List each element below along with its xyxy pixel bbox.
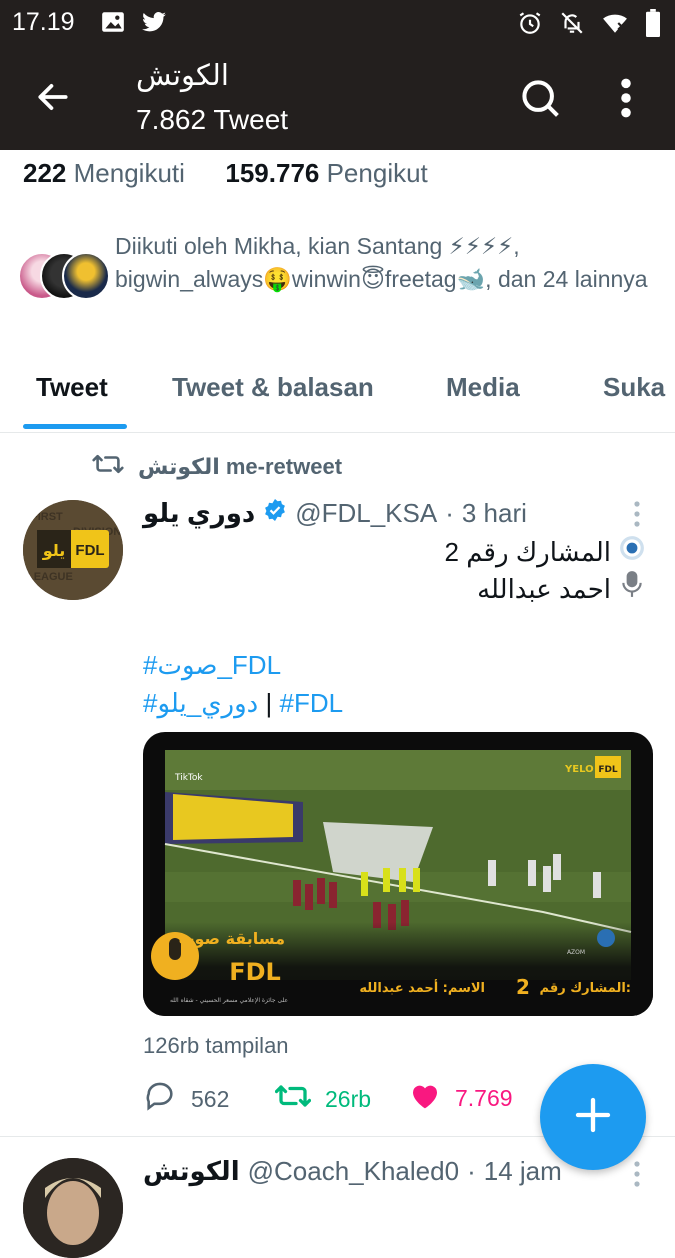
hashtag-separator: | (265, 688, 273, 718)
participant-label: المشارك رقم: (540, 981, 631, 996)
tweet-more-icon[interactable] (632, 1160, 642, 1195)
retweet-count: 26rb (325, 1085, 372, 1112)
tab-tweet[interactable]: Tweet (36, 372, 108, 403)
gallery-icon (100, 9, 126, 40)
back-arrow-icon[interactable] (34, 78, 72, 121)
more-options-icon[interactable] (610, 76, 642, 125)
notifications-off-icon (559, 10, 585, 41)
tab-tweet-replies[interactable]: Tweet & balasan (172, 372, 374, 403)
time-separator: · (467, 1156, 476, 1186)
author-avatar[interactable]: FIRSTDIVISIONLEAGUE يلو FDL (23, 500, 123, 600)
like-button[interactable]: 7.769 (409, 1080, 513, 1116)
retweet-icon (274, 1080, 312, 1118)
tweet-hashtags: #صوت_FDL #دوري_يلو | #FDL (143, 646, 343, 722)
retweet-label: الكوتش me-retweet (138, 454, 343, 479)
followed-by[interactable]: Diikuti oleh Mikha, kian Santang ⚡⚡⚡⚡, b… (18, 230, 658, 330)
retweet-button[interactable]: 26rb (274, 1080, 372, 1118)
like-count: 7.769 (455, 1084, 513, 1111)
time-separator: · (445, 498, 454, 528)
heart-icon (409, 1080, 441, 1116)
azom-label: AZOM (567, 949, 585, 956)
video-banner-sub: على جائزة الإعلامي مسعر الحسيني - شقاه ا… (170, 997, 288, 1004)
tweet-video[interactable]: TikTok FDL YELO مسابقة صوت FDL على جائزة… (143, 732, 653, 1016)
video-banner-title: مسابقة صوت (178, 929, 285, 948)
plus-icon (573, 1095, 613, 1140)
profile-tabs: Tweet Tweet & balasan Media Suka (0, 352, 675, 433)
svg-text:FDL: FDL (75, 542, 104, 559)
retweet-context[interactable]: الكوتش me-retweet (92, 451, 342, 483)
compose-tweet-button[interactable] (540, 1064, 646, 1170)
tiktok-label: TikTok (174, 773, 203, 783)
active-tab-indicator (23, 424, 127, 429)
video-banner-fdl: FDL (229, 958, 281, 986)
participant-name: الاسم: أحمد عبدالله (359, 979, 485, 996)
tweet-text-line-2: احمد عبدالله (477, 573, 611, 604)
participant-number: 2 (516, 975, 530, 999)
status-time: 17.19 (12, 8, 75, 36)
microphone-icon (619, 570, 645, 607)
follower-avatars (18, 252, 110, 302)
status-bar: 17.19 (0, 0, 675, 48)
follow-stats: 222 Mengikuti 159.776 Pengikut (23, 158, 428, 189)
author-name[interactable]: الكوتش (143, 1156, 240, 1187)
tweet-more-icon[interactable] (632, 500, 642, 535)
tweet-header: دوري يلو @FDL_KSA · 3 hari (143, 498, 527, 529)
tweet-text-line-1: المشارك رقم 2 (444, 537, 611, 567)
profile-name: الكوتش (136, 60, 229, 92)
author-handle[interactable]: @Coach_Khaled0 (248, 1156, 459, 1187)
battery-icon (645, 9, 661, 42)
tweet-text: المشارك رقم 2 احمد عبدالله (445, 534, 645, 607)
svg-text:FDL: FDL (598, 765, 618, 775)
yelo-label: YELO (564, 764, 594, 775)
svg-text:FIRST: FIRST (31, 511, 63, 523)
tweet-time[interactable]: 14 jam (484, 1156, 562, 1187)
tab-media[interactable]: Media (446, 372, 520, 403)
hashtag-link[interactable]: #FDL (279, 688, 343, 718)
hashtag-link[interactable]: #صوت_FDL (143, 650, 281, 680)
avatar (62, 252, 110, 300)
retweet-icon (92, 451, 124, 483)
tweet-time[interactable]: 3 hari (462, 498, 527, 529)
followed-by-text: Diikuti oleh Mikha, kian Santang ⚡⚡⚡⚡, b… (115, 233, 648, 292)
view-count: 126rb tampilan (143, 1033, 289, 1058)
tweet-header: الكوتش @Coach_Khaled0 · 14 jam (143, 1156, 562, 1187)
author-name[interactable]: دوري يلو (143, 498, 255, 529)
search-icon[interactable] (518, 76, 562, 125)
wifi-icon (601, 10, 629, 41)
author-avatar[interactable] (23, 1158, 123, 1258)
reply-button[interactable]: 562 (143, 1080, 229, 1118)
twitter-bird-icon (140, 9, 168, 40)
profile-header: الكوتش 7.862 Tweet (0, 48, 675, 150)
alarm-icon (517, 10, 543, 41)
tweet-count: 7.862 Tweet (136, 104, 289, 135)
verified-badge-icon (263, 498, 287, 529)
author-handle[interactable]: @FDL_KSA (295, 498, 437, 529)
hashtag-link[interactable]: #دوري_يلو (143, 688, 258, 718)
tab-likes[interactable]: Suka (603, 372, 665, 403)
svg-text:LEAGUE: LEAGUE (27, 571, 73, 583)
reply-icon (143, 1080, 177, 1118)
followers-link[interactable]: 159.776 Pengikut (225, 158, 427, 188)
svg-text:يلو: يلو (42, 541, 66, 560)
record-button-icon (619, 534, 645, 570)
tweet-actions: 562 26rb 7.769 (143, 1080, 583, 1120)
following-link[interactable]: 222 Mengikuti (23, 158, 185, 188)
reply-count: 562 (191, 1085, 230, 1112)
